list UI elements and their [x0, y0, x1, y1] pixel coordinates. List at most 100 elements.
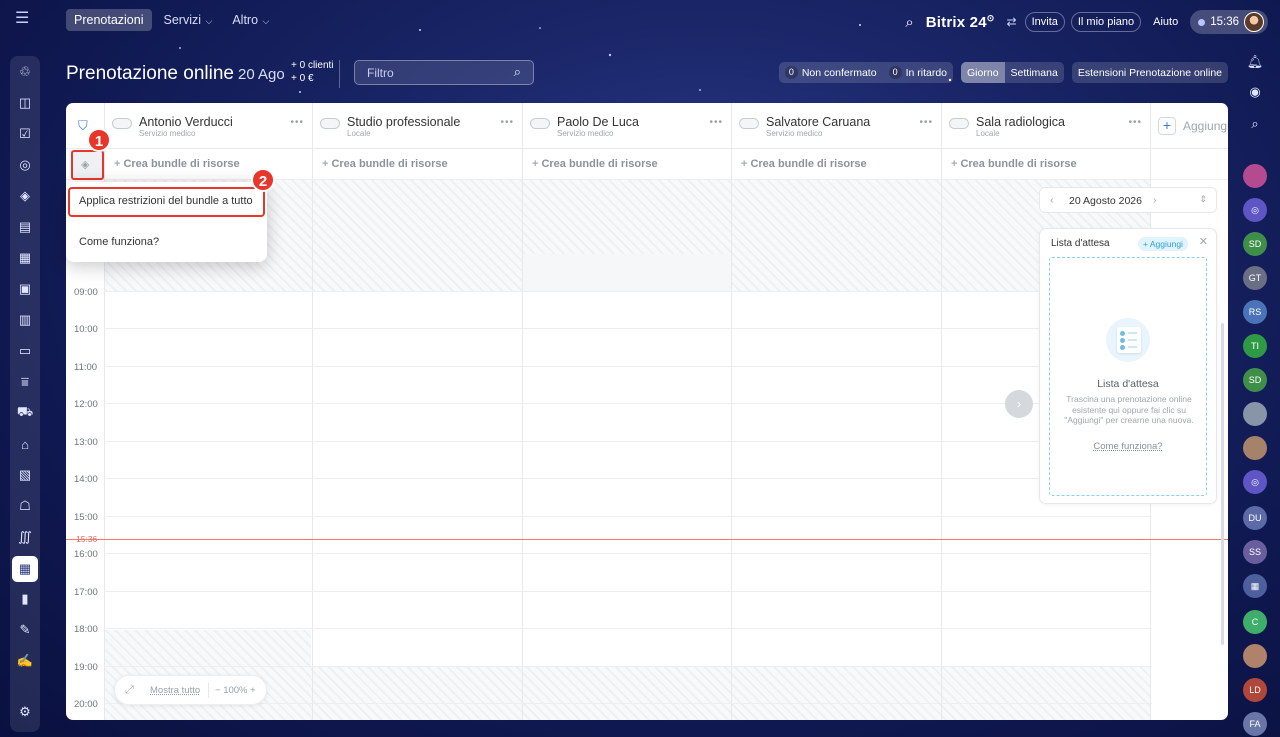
waitlist-dropzone[interactable]: Lista d'attesa Trascina una prenotazione…: [1049, 257, 1207, 496]
zoom-control[interactable]: − 100% +: [215, 685, 256, 696]
crm-icon[interactable]: ◎: [15, 155, 35, 175]
filter-input[interactable]: Filtro ⌕: [354, 60, 534, 85]
more-icon[interactable]: •••: [290, 117, 304, 128]
docs-icon[interactable]: ▤: [15, 217, 35, 237]
scrollbar[interactable]: [1221, 323, 1224, 645]
search-chat-icon[interactable]: ⌕: [1243, 112, 1267, 136]
menu-icon[interactable]: ☰: [15, 11, 33, 27]
sites-icon[interactable]: ◈: [15, 186, 35, 206]
tasks-icon[interactable]: ☑: [15, 124, 35, 144]
robot-icon[interactable]: ☖: [15, 496, 35, 516]
expand-icon[interactable]: ⤢: [125, 684, 134, 697]
view-day-button[interactable]: Giorno: [961, 62, 1005, 83]
avatar-icon[interactable]: ◎: [1243, 470, 1267, 494]
user-avatar[interactable]: [1244, 12, 1264, 32]
avatar-du[interactable]: DU: [1243, 506, 1267, 530]
view-week-button[interactable]: Settimana: [1005, 62, 1064, 83]
create-bundle-button[interactable]: + Crea bundle di risorse: [942, 150, 1077, 179]
chevron-left-icon[interactable]: ‹: [1050, 194, 1054, 206]
close-icon[interactable]: ✕: [1199, 235, 1208, 248]
create-bundle-button[interactable]: + Crea bundle di risorse: [732, 150, 867, 179]
create-bundle-button[interactable]: + Crea bundle di risorse: [523, 150, 658, 179]
settings-icon[interactable]: ⚙: [15, 702, 35, 722]
brand-logo[interactable]: Bitrix 24⊙: [926, 13, 995, 31]
chevron-updown-icon[interactable]: ⇕: [1199, 194, 1207, 205]
zoom-out-icon[interactable]: −: [215, 685, 221, 696]
resource-toggle[interactable]: [320, 118, 340, 129]
more-icon[interactable]: •••: [919, 117, 933, 128]
chat-icon[interactable]: ◫: [15, 93, 35, 113]
create-bundle-button[interactable]: + Crea bundle di risorse: [105, 150, 240, 179]
resource-toggle[interactable]: [112, 118, 132, 129]
store-icon[interactable]: ⌂: [15, 434, 35, 454]
resource-toggle[interactable]: [949, 118, 969, 129]
avatar-sd2[interactable]: SD: [1243, 368, 1267, 392]
inbox-icon[interactable]: ▭: [15, 341, 35, 361]
presentation-icon[interactable]: ▣: [15, 279, 35, 299]
avatar-photo[interactable]: [1243, 402, 1267, 426]
resource-column-header[interactable]: Antonio Verducci Servizio medico •••: [105, 103, 312, 149]
show-all-button[interactable]: Mostra tutto: [150, 685, 200, 696]
avatar-icon[interactable]: [1243, 164, 1267, 188]
avatar-photo[interactable]: [1243, 436, 1267, 460]
calendar-icon[interactable]: ▦: [15, 248, 35, 268]
create-bundle-button[interactable]: + Crea bundle di risorse: [313, 150, 448, 179]
more-icon[interactable]: •••: [709, 117, 723, 128]
zoom-in-icon[interactable]: +: [250, 685, 256, 696]
swap-icon[interactable]: ⇄: [1007, 15, 1017, 29]
nav-servizi[interactable]: Servizi ⌵: [156, 9, 221, 31]
sign-icon[interactable]: ✍: [15, 651, 35, 671]
analytics-icon[interactable]: ▮: [15, 589, 35, 609]
chevron-right-icon[interactable]: ›: [1153, 194, 1157, 206]
feed-icon[interactable]: ♲: [15, 62, 35, 82]
resource-column-header[interactable]: Paolo De Luca Servizio medico •••: [523, 103, 731, 149]
help-button[interactable]: Aiuto: [1147, 13, 1184, 31]
avatar-sd[interactable]: SD: [1243, 232, 1267, 256]
calendar-chat-icon[interactable]: ▦: [1243, 574, 1267, 598]
cart-icon[interactable]: ⛟: [15, 403, 35, 423]
how-it-works-item[interactable]: Come funziona?: [79, 236, 159, 248]
waitlist-add-button[interactable]: + Aggiungi: [1138, 237, 1188, 251]
avatar-rs[interactable]: RS: [1243, 300, 1267, 324]
resource-column-header[interactable]: Sala radiologica Locale •••: [942, 103, 1150, 149]
library-icon[interactable]: ∭: [15, 527, 35, 547]
resource-toggle[interactable]: [530, 118, 550, 129]
extensions-button[interactable]: Estensioni Prenotazione online: [1071, 62, 1228, 83]
resource-column-header[interactable]: Studio professionale Locale •••: [313, 103, 522, 149]
add-resource-button[interactable]: + Aggiungi: [1158, 117, 1228, 135]
avatar-gt[interactable]: GT: [1243, 266, 1267, 290]
edit-doc-icon[interactable]: ✎: [15, 620, 35, 640]
notifications-icon[interactable]: 🔔︎: [1243, 50, 1267, 74]
more-icon[interactable]: •••: [1128, 117, 1142, 128]
avatar-ld[interactable]: LD: [1243, 678, 1267, 702]
apply-restrictions-item[interactable]: Applica restrizioni del bundle a tutto: [79, 195, 253, 207]
nav-prenotazioni[interactable]: Prenotazioni: [66, 9, 152, 31]
search-icon[interactable]: ⌕: [905, 14, 913, 31]
contact-card-icon[interactable]: ▧: [15, 465, 35, 485]
avatar-ss[interactable]: SS: [1243, 540, 1267, 564]
booking-icon[interactable]: ▦: [12, 556, 38, 582]
resource-column-header[interactable]: Salvatore Caruana Servizio medico •••: [732, 103, 941, 149]
scroll-right-button[interactable]: ›: [1005, 390, 1033, 418]
plan-button[interactable]: Il mio piano: [1070, 12, 1142, 32]
late-filter[interactable]: 0 In ritardo: [883, 62, 953, 83]
avatar-fa[interactable]: FA: [1243, 712, 1267, 736]
file-icon[interactable]: ▥: [15, 310, 35, 330]
avatar-photo[interactable]: [1243, 644, 1267, 668]
filter-funnel-icon[interactable]: ⛉: [78, 118, 88, 134]
search-icon[interactable]: ⌕: [514, 64, 521, 80]
bundle-settings-button[interactable]: ◈: [71, 150, 104, 180]
copilot-icon[interactable]: ◉: [1243, 80, 1267, 104]
avatar-ti[interactable]: TI: [1243, 334, 1267, 358]
nav-altro[interactable]: Altro ⌵: [224, 9, 277, 31]
unconfirmed-filter[interactable]: 0 Non confermato: [779, 62, 883, 83]
date-picker[interactable]: ‹ 20 Agosto 2026 › ⇕: [1039, 187, 1217, 213]
avatar-c[interactable]: C: [1243, 610, 1267, 634]
time-pill[interactable]: 15:36: [1190, 10, 1268, 34]
avatar-icon[interactable]: ◎: [1243, 198, 1267, 222]
waitlist-how-link[interactable]: Come funziona?: [1050, 441, 1206, 452]
funnel-icon[interactable]: ⩸: [15, 372, 35, 392]
invite-button[interactable]: Invita: [1024, 12, 1065, 32]
resource-toggle[interactable]: [739, 118, 759, 129]
more-icon[interactable]: •••: [500, 117, 514, 128]
